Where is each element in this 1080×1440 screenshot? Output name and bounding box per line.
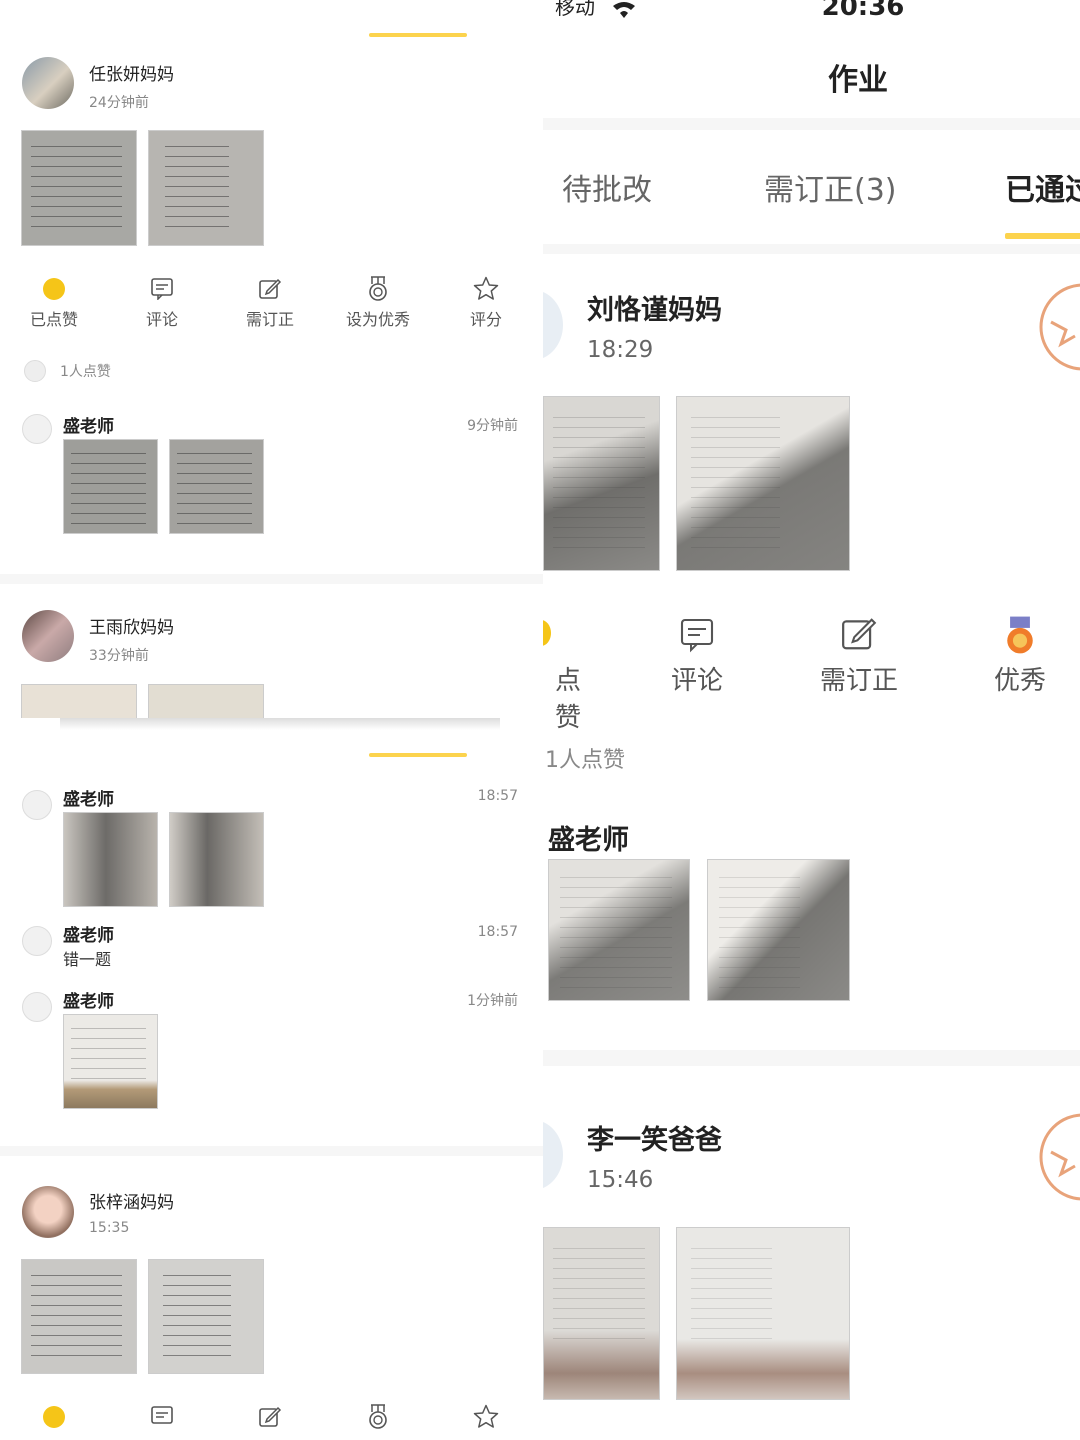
excellent-button[interactable]: 优秀: [970, 660, 1070, 697]
like-icon[interactable]: [543, 620, 551, 646]
medal-icon[interactable]: [366, 1404, 390, 1430]
post-time: 18:29: [587, 337, 654, 363]
comment-author: 盛老师: [63, 790, 114, 810]
avatar[interactable]: [543, 290, 563, 360]
separator: [543, 1050, 1080, 1066]
post-author: 刘恪谨妈妈: [587, 295, 722, 326]
rate-button[interactable]: 评分: [441, 306, 531, 330]
teacher-avatar: [22, 414, 52, 444]
homework-image[interactable]: [676, 396, 850, 571]
edit-icon[interactable]: [258, 277, 282, 301]
comment-time: 1分钟前: [467, 993, 518, 1009]
homework-image[interactable]: [148, 684, 264, 718]
post-author: 张梓涵妈妈: [89, 1193, 174, 1213]
edit-icon[interactable]: [840, 615, 878, 653]
comment-author: 盛老师: [63, 926, 114, 946]
post-time: 33分钟前: [89, 648, 149, 664]
comment-time: 18:57: [477, 788, 518, 804]
homework-image[interactable]: [676, 1227, 850, 1400]
screenshot-top-left: 任张妍妈妈 24分钟前 已点赞 评论 需订正 设为优秀 评分 1人点赞 盛老师 …: [0, 0, 543, 718]
homework-image[interactable]: [21, 1259, 137, 1374]
like-icon[interactable]: [43, 1406, 65, 1428]
post-time: 24分钟前: [89, 95, 149, 111]
separator: [0, 574, 543, 584]
page-title: 作业: [828, 63, 888, 98]
teacher-avatar: [22, 992, 52, 1022]
comment-author: 盛老师: [548, 825, 629, 856]
screenshot-bottom-left: 盛老师 18:57 盛老师 18:57 错一题 盛老师 1分钟前 张梓涵妈妈 1…: [0, 718, 543, 1440]
star-icon[interactable]: [473, 276, 499, 301]
avatar[interactable]: [22, 57, 74, 109]
avatar[interactable]: [543, 1120, 563, 1190]
like-avatar: [24, 360, 46, 382]
comment-icon[interactable]: [150, 1406, 174, 1428]
comment-icon[interactable]: [150, 278, 174, 300]
homework-image[interactable]: [543, 396, 660, 571]
post-time: 15:46: [587, 1167, 654, 1193]
excellent-stamp-icon: [1039, 1113, 1080, 1201]
tab-indicator: [1005, 233, 1080, 239]
like-count: 1人点赞: [545, 748, 625, 773]
tab-pending[interactable]: 待批改: [562, 165, 652, 209]
tab-passed[interactable]: 已通过: [1005, 165, 1080, 209]
homework-image[interactable]: [21, 684, 137, 718]
like-button[interactable]: 已点赞: [9, 306, 99, 330]
medal-icon[interactable]: [1003, 615, 1037, 655]
wifi-icon: [613, 2, 635, 18]
post-author: 王雨欣妈妈: [89, 618, 174, 638]
graded-image[interactable]: [169, 439, 264, 534]
tab-needs-correction[interactable]: 需订正(3): [764, 165, 897, 209]
teacher-avatar: [22, 926, 52, 956]
comment-author: 盛老师: [63, 417, 114, 437]
comment-icon[interactable]: [679, 617, 715, 653]
needs-correction-button[interactable]: 需订正: [225, 306, 315, 330]
avatar[interactable]: [22, 610, 74, 662]
set-excellent-button[interactable]: 设为优秀: [333, 306, 423, 330]
status-time: 20:36: [821, 0, 905, 22]
post-time: 15:35: [89, 1220, 130, 1236]
comment-text: 错一题: [63, 950, 112, 969]
homework-image[interactable]: [148, 130, 264, 246]
avatar[interactable]: [22, 1186, 74, 1238]
graded-image[interactable]: [63, 1014, 158, 1109]
graded-image[interactable]: [169, 812, 264, 907]
comment-button[interactable]: 评论: [647, 660, 747, 697]
like-icon[interactable]: [43, 278, 65, 300]
separator: [543, 244, 1080, 254]
post-author: 任张妍妈妈: [89, 65, 174, 85]
graded-image[interactable]: [548, 859, 690, 1001]
teacher-avatar: [22, 790, 52, 820]
tab-indicator: [369, 753, 467, 757]
post-author: 李一笑爸爸: [587, 1125, 722, 1156]
tab-indicator: [369, 33, 467, 37]
graded-image[interactable]: [63, 439, 158, 534]
comment-time: 18:57: [477, 924, 518, 940]
screenshot-right: 移动 20:36 作业 待批改 需订正(3) 已通过 刘恪谨妈妈 18:29 点…: [543, 0, 1080, 1440]
like-button[interactable]: 点赞: [543, 660, 581, 734]
homework-image[interactable]: [543, 1227, 660, 1400]
comment-button[interactable]: 评论: [117, 306, 207, 330]
tab-bar-cut: [60, 718, 500, 730]
homework-image[interactable]: [148, 1259, 264, 1374]
carrier: 移动: [555, 0, 595, 19]
graded-image[interactable]: [707, 859, 850, 1001]
comment-author: 盛老师: [63, 992, 114, 1012]
excellent-stamp-icon: [1039, 283, 1080, 371]
needs-correction-button[interactable]: 需订正: [809, 660, 909, 697]
comment-time: 9分钟前: [467, 418, 518, 434]
like-count: 1人点赞: [60, 364, 111, 380]
separator: [0, 1146, 543, 1156]
tab-bar-cut: [60, 0, 500, 14]
medal-icon[interactable]: [366, 276, 390, 302]
star-icon[interactable]: [473, 1404, 499, 1429]
separator: [543, 118, 1080, 130]
graded-image[interactable]: [63, 812, 158, 907]
edit-icon[interactable]: [258, 1405, 282, 1429]
homework-image[interactable]: [21, 130, 137, 246]
